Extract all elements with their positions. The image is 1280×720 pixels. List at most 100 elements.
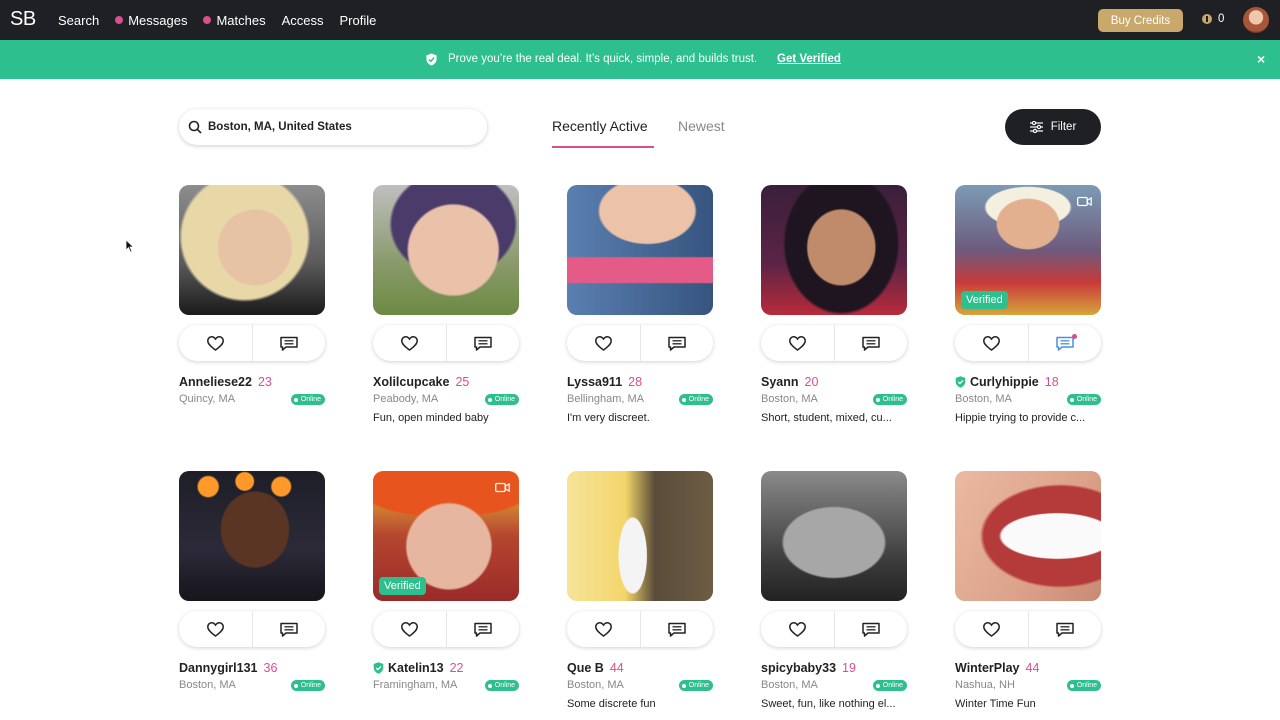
nav-matches-label: Matches <box>216 12 266 28</box>
chat-icon <box>862 622 880 637</box>
location-search[interactable] <box>179 109 487 145</box>
favorite-button[interactable] <box>955 611 1028 647</box>
profile-tagline: Some discrete fun <box>567 698 656 710</box>
profile-location: Bellingham, MA <box>567 393 645 405</box>
profile-location: Boston, MA <box>761 393 818 405</box>
message-button[interactable] <box>833 611 908 647</box>
profile-name[interactable]: Lyssa911 <box>567 375 622 389</box>
buy-credits-button[interactable]: Buy Credits <box>1098 9 1183 32</box>
profile-photo[interactable] <box>955 471 1101 601</box>
chat-icon <box>668 336 686 351</box>
message-button[interactable] <box>639 611 714 647</box>
favorite-button[interactable] <box>567 325 640 361</box>
profile-photo[interactable] <box>179 471 325 601</box>
message-button[interactable] <box>445 325 520 361</box>
profile-age: 22 <box>449 661 464 675</box>
card-actions <box>567 325 713 361</box>
profile-photo[interactable] <box>567 471 713 601</box>
search-input[interactable] <box>208 121 468 133</box>
favorite-button[interactable] <box>955 325 1028 361</box>
profile-name[interactable]: Katelin13 <box>388 661 444 675</box>
online-label: Online <box>1076 396 1097 403</box>
online-dot <box>681 683 686 688</box>
credits-count: 0 <box>1218 13 1225 25</box>
favorite-button[interactable] <box>567 611 640 647</box>
active-tab-indicator <box>552 146 654 148</box>
favorite-button[interactable] <box>179 611 252 647</box>
profile-photo[interactable] <box>373 185 519 315</box>
message-button[interactable] <box>639 325 714 361</box>
online-label: Online <box>494 396 515 403</box>
online-dot <box>293 683 298 688</box>
chat-icon <box>474 622 492 637</box>
profile-location: Peabody, MA <box>373 393 439 405</box>
online-dot <box>875 397 880 402</box>
logo[interactable]: SB <box>10 8 36 31</box>
profile-age: 44 <box>609 661 624 675</box>
message-button[interactable] <box>833 325 908 361</box>
tab-recently-active[interactable]: Recently Active <box>552 118 648 134</box>
top-nav: SB Search Messages Matches Access Profil… <box>0 0 1280 40</box>
get-verified-link[interactable]: Get Verified <box>777 53 841 65</box>
profile-name[interactable]: WinterPlay <box>955 661 1020 675</box>
verified-badge: Verified <box>961 291 1008 309</box>
profile-age: 18 <box>1044 375 1059 389</box>
credits-counter[interactable]: 0 <box>1202 13 1224 25</box>
profile-name[interactable]: Que B <box>567 661 604 675</box>
profile-name[interactable]: Dannygirl131 <box>179 661 258 675</box>
name-row: WinterPlay 44 <box>955 661 1039 675</box>
online-label: Online <box>882 396 903 403</box>
nav-matches[interactable]: Matches <box>203 12 266 28</box>
heart-icon <box>400 335 418 351</box>
profile-photo[interactable]: Verified <box>955 185 1101 315</box>
name-row: Lyssa911 28 <box>567 375 642 389</box>
nav-access[interactable]: Access <box>282 13 324 28</box>
close-icon[interactable]: × <box>1257 51 1265 67</box>
profile-photo[interactable] <box>761 471 907 601</box>
profile-location: Boston, MA <box>179 679 236 691</box>
message-button[interactable] <box>445 611 520 647</box>
profile-age: 20 <box>804 375 819 389</box>
heart-icon <box>982 621 1000 637</box>
favorite-button[interactable] <box>761 325 834 361</box>
profile-name[interactable]: spicybaby33 <box>761 661 836 675</box>
profile-photo[interactable] <box>179 185 325 315</box>
online-label: Online <box>688 396 709 403</box>
profile-name[interactable]: Curlyhippie <box>970 375 1039 389</box>
profile-name[interactable]: Xolilcupcake <box>373 375 449 389</box>
profile-photo[interactable]: Verified <box>373 471 519 601</box>
online-label: Online <box>688 682 709 689</box>
profile-tagline: Hippie trying to provide c... <box>955 412 1086 424</box>
favorite-button[interactable] <box>373 325 446 361</box>
heart-icon <box>788 335 806 351</box>
chat-icon <box>280 622 298 637</box>
avatar[interactable] <box>1243 7 1269 33</box>
online-dot <box>293 397 298 402</box>
card-actions <box>567 611 713 647</box>
favorite-button[interactable] <box>179 325 252 361</box>
profile-photo[interactable] <box>567 185 713 315</box>
heart-icon <box>788 621 806 637</box>
profile-location: Boston, MA <box>567 679 624 691</box>
message-button[interactable] <box>1027 611 1102 647</box>
nav-profile[interactable]: Profile <box>340 13 377 28</box>
message-button[interactable] <box>251 611 326 647</box>
filter-button[interactable]: Filter <box>1005 109 1101 145</box>
message-button[interactable] <box>1027 325 1102 361</box>
tab-newest[interactable]: Newest <box>678 118 725 134</box>
message-button[interactable] <box>251 325 326 361</box>
favorite-button[interactable] <box>373 611 446 647</box>
card-actions <box>373 325 519 361</box>
nav-messages[interactable]: Messages <box>115 13 187 28</box>
notification-dot <box>1071 334 1077 339</box>
nav-search[interactable]: Search <box>58 13 99 28</box>
profile-photo[interactable] <box>761 185 907 315</box>
profile-tagline: I'm very discreet. <box>567 412 650 424</box>
favorite-button[interactable] <box>761 611 834 647</box>
profile-name[interactable]: Syann <box>761 375 799 389</box>
name-row: Curlyhippie 18 <box>955 375 1059 389</box>
nav-profile-label: Profile <box>339 12 377 28</box>
verified-badge: Verified <box>379 577 426 595</box>
profile-name[interactable]: Anneliese22 <box>179 375 252 389</box>
name-row: Anneliese22 23 <box>179 375 272 389</box>
